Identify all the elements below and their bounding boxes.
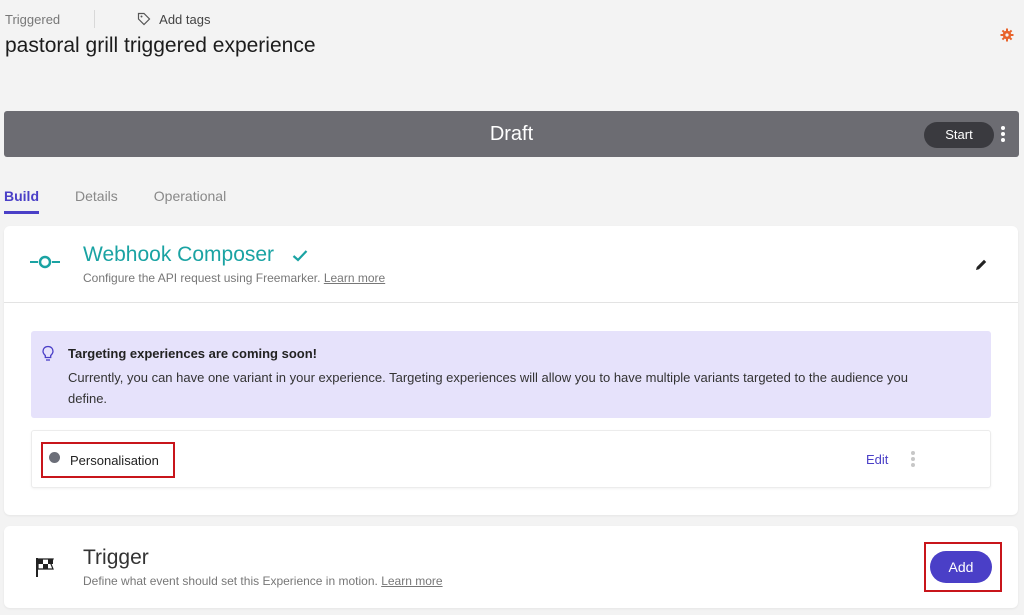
add-trigger-button[interactable]: Add — [930, 551, 992, 583]
variant-row[interactable]: Personalisation Edit — [31, 430, 991, 488]
page-title: pastoral grill triggered experience — [5, 34, 316, 57]
component-subtitle-text: Configure the API request using Freemark… — [83, 271, 321, 285]
notice-title: Targeting experiences are coming soon! — [68, 346, 317, 361]
trigger-title: Trigger — [83, 546, 149, 569]
tab-details[interactable]: Details — [75, 188, 118, 214]
variant-status-dot — [49, 452, 60, 463]
webhook-icon — [30, 255, 60, 269]
lightbulb-icon — [42, 345, 54, 361]
kebab-menu-icon[interactable] — [1001, 126, 1007, 144]
webhook-composer-card: Webhook Composer Configure the API reque… — [4, 226, 1018, 515]
check-icon — [292, 250, 308, 262]
tag-icon[interactable] — [137, 12, 151, 26]
pencil-icon[interactable] — [973, 257, 989, 273]
tab-bar: Build Details Operational — [4, 188, 262, 214]
notice-body: Currently, you can have one variant in y… — [68, 370, 908, 406]
status-bar: Draft Start — [4, 111, 1019, 157]
trigger-subtitle-text: Define what event should set this Experi… — [83, 574, 378, 588]
trigger-card: Trigger Define what event should set thi… — [4, 526, 1018, 608]
notice-banner: Targeting experiences are coming soon! C… — [31, 331, 991, 418]
component-subtitle: Configure the API request using Freemark… — [83, 271, 385, 285]
start-button[interactable]: Start — [924, 122, 994, 148]
tab-operational[interactable]: Operational — [154, 188, 226, 214]
checkered-flag-icon — [36, 558, 54, 577]
divider — [94, 10, 96, 28]
experience-type-label: Triggered — [5, 11, 61, 27]
trigger-learn-more-link[interactable]: Learn more — [381, 574, 442, 588]
component-title: Webhook Composer — [83, 243, 275, 266]
status-label: Draft — [489, 123, 534, 145]
header-meta: Triggered Add tags — [5, 10, 210, 28]
card-header: Webhook Composer Configure the API reque… — [4, 226, 1018, 303]
variant-menu-icon[interactable] — [911, 451, 917, 469]
trigger-subtitle: Define what event should set this Experi… — [83, 574, 443, 588]
gear-icon[interactable] — [1000, 28, 1014, 42]
tab-build[interactable]: Build — [4, 188, 39, 214]
edit-variant-link[interactable]: Edit — [866, 452, 888, 467]
learn-more-link[interactable]: Learn more — [324, 271, 385, 285]
variant-name: Personalisation — [70, 453, 159, 468]
add-tags-link[interactable]: Add tags — [159, 12, 210, 27]
